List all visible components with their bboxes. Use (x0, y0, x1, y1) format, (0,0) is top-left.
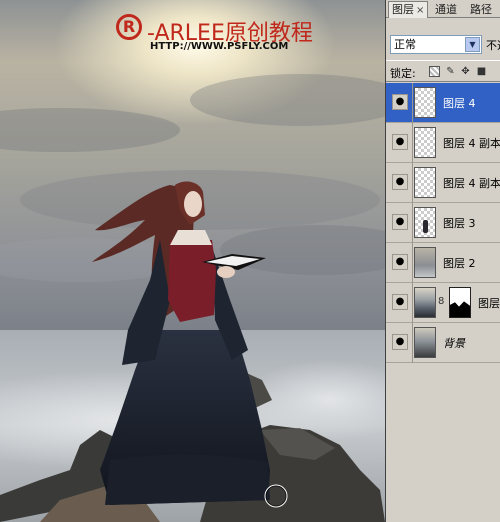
eye-icon[interactable]: ● (392, 294, 408, 310)
layer-name: 图层 (478, 297, 500, 310)
lock-all-icon[interactable]: ■ (476, 66, 487, 77)
layer-thumbnail (414, 127, 436, 158)
layer-name: 图层 4 副本 (443, 177, 500, 190)
eye-icon[interactable]: ● (392, 334, 408, 350)
tab-paths-label: 路径 (470, 3, 492, 16)
lock-transparent-icon[interactable] (429, 66, 440, 77)
eye-icon[interactable]: ● (392, 214, 408, 230)
layer-thumbnail (414, 287, 436, 318)
chevron-down-icon[interactable]: ▼ (465, 37, 480, 52)
lock-label: 锁定: (390, 67, 416, 80)
eye-icon[interactable]: ● (392, 94, 408, 110)
lock-row: 锁定: ✎ ✥ ■ (386, 60, 500, 82)
watermark-url: HTTP://WWW.PSFLY.COM (150, 41, 289, 52)
tab-paths[interactable]: 路径 (467, 2, 495, 17)
link-chain-icon[interactable]: 8 (438, 296, 444, 307)
layer-row[interactable]: ● 8 图层 (386, 283, 500, 323)
photoshop-canvas[interactable]: R -ARLEE原创教程 HTTP://WWW.PSFLY.COM (0, 0, 385, 522)
eye-icon[interactable]: ● (392, 174, 408, 190)
tab-layers[interactable]: 图层 × (388, 1, 429, 18)
blend-mode-select[interactable]: 正常 ▼ (390, 35, 482, 54)
opacity-label: 不透 (486, 39, 500, 52)
layer-mask-thumbnail[interactable] (449, 287, 471, 318)
close-icon[interactable]: × (416, 3, 424, 18)
layer-thumbnail (414, 207, 436, 238)
tab-channels-label: 通道 (435, 3, 457, 16)
layer-row[interactable]: ● 图层 2 (386, 243, 500, 283)
panel-tabs: 图层 × 通道 路径 (386, 0, 500, 18)
layer-row[interactable]: ● 图层 4 副本 (386, 123, 500, 163)
lock-image-icon[interactable]: ✎ (445, 66, 456, 77)
layer-row[interactable]: ● 图层 4 (386, 83, 500, 123)
layer-thumbnail (414, 87, 436, 118)
artwork-image (0, 0, 385, 522)
eye-icon[interactable]: ● (392, 254, 408, 270)
layer-name: 图层 2 (443, 257, 476, 270)
eye-icon[interactable]: ● (392, 134, 408, 150)
layer-name: 背景 (443, 337, 465, 350)
layer-thumbnail (414, 247, 436, 278)
layer-name: 图层 4 副本 (443, 137, 500, 150)
tab-layers-label: 图层 (392, 3, 414, 16)
layer-row[interactable]: ● 图层 4 副本 (386, 163, 500, 203)
lock-position-icon[interactable]: ✥ (460, 66, 471, 77)
layer-name: 图层 4 (443, 97, 476, 110)
layer-thumbnail (414, 167, 436, 198)
registered-logo-icon: R (116, 14, 142, 40)
blend-mode-value: 正常 (394, 38, 416, 51)
tab-channels[interactable]: 通道 (432, 2, 460, 17)
layer-name: 图层 3 (443, 217, 476, 230)
layer-thumbnail (414, 327, 436, 358)
layer-row[interactable]: ● 图层 3 (386, 203, 500, 243)
layers-list: ● 图层 4 ● 图层 4 副本 ● 图层 4 副本 ● 图层 3 ● 图层 2… (386, 83, 500, 363)
blend-row: 正常 ▼ 不透 (386, 18, 500, 58)
layer-row[interactable]: ● 背景 (386, 323, 500, 363)
layers-panel: 图层× 通道 路径 正常 ▼ 不透 锁定: ✎ ✥ ■ ● 图层 4 ● (385, 0, 500, 522)
